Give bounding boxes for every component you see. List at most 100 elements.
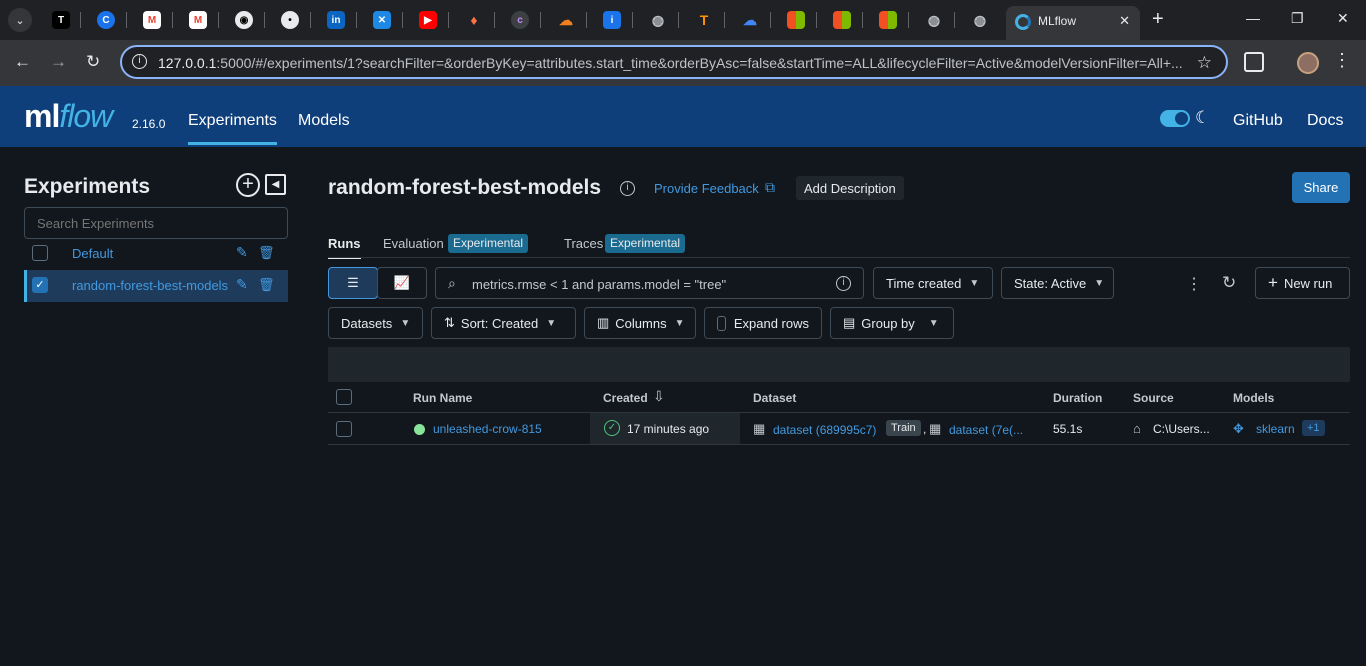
tab-favicon-globe-icon[interactable]: ◍ bbox=[925, 11, 943, 29]
restore-icon[interactable]: ❐ bbox=[1291, 10, 1304, 27]
tab-favicon-microsoft-icon[interactable] bbox=[787, 11, 805, 29]
collapse-sidebar-icon[interactable]: ◀ bbox=[265, 174, 286, 195]
more-options-icon[interactable]: ⋮ bbox=[1186, 274, 1202, 294]
run-search-input[interactable]: ⌕ metrics.rmse < 1 and params.model = "t… bbox=[435, 267, 864, 299]
col-duration[interactable]: Duration bbox=[1053, 391, 1102, 405]
tab-search-button[interactable]: ⌄ bbox=[8, 8, 32, 32]
sort-desc-icon[interactable]: ⇩ bbox=[653, 388, 665, 405]
tab-favicon-info-icon[interactable]: i bbox=[603, 11, 621, 29]
datasets-select[interactable]: Datasets ▼ bbox=[328, 307, 423, 339]
url-text[interactable]: 127.0.0.1:5000/#/experiments/1?searchFil… bbox=[158, 55, 1186, 71]
nav-models[interactable]: Models bbox=[298, 112, 350, 130]
select-all-checkbox[interactable] bbox=[336, 389, 352, 405]
tab-evaluation[interactable]: Evaluation bbox=[383, 236, 444, 251]
external-link-icon[interactable]: ⧉ bbox=[765, 179, 775, 196]
tab-favicon-github-icon[interactable]: ◉ bbox=[235, 11, 253, 29]
close-tab-icon[interactable]: ✕ bbox=[1119, 13, 1130, 29]
table-view-button[interactable]: ☰ bbox=[328, 267, 378, 299]
tab-favicon-tool-icon[interactable]: ✕ bbox=[373, 11, 391, 29]
sidebar-item-default[interactable]: Default ✎ 🗑 bbox=[24, 238, 288, 270]
tab-favicon-t-icon[interactable]: T bbox=[52, 11, 70, 29]
bookmark-star-icon[interactable]: ☆ bbox=[1197, 53, 1212, 73]
info-icon[interactable]: i bbox=[836, 276, 851, 291]
experiment-label[interactable]: Default bbox=[72, 246, 232, 261]
new-run-button[interactable]: + New run bbox=[1255, 267, 1350, 299]
edit-pencil-icon[interactable]: ✎ bbox=[236, 244, 248, 261]
add-description-button[interactable]: Add Description bbox=[796, 176, 904, 200]
sidebar-item-random-forest-best-models[interactable]: ✓ random-forest-best-models ✎ 🗑 bbox=[24, 270, 288, 302]
more-models-badge[interactable]: +1 bbox=[1302, 420, 1325, 436]
tab-favicon-gmail-icon[interactable]: M bbox=[143, 11, 161, 29]
col-source[interactable]: Source bbox=[1133, 391, 1174, 405]
minimize-icon[interactable]: — bbox=[1246, 10, 1260, 26]
columns-select[interactable]: ▥ Columns ▼ bbox=[584, 307, 696, 339]
browser-menu-icon[interactable]: ⋮ bbox=[1333, 50, 1351, 71]
trash-icon[interactable]: 🗑 bbox=[258, 277, 275, 293]
docs-link[interactable]: Docs bbox=[1307, 112, 1343, 130]
source-value[interactable]: C:\Users... bbox=[1153, 422, 1210, 436]
tab-traces[interactable]: Traces bbox=[564, 236, 603, 251]
tab-favicon-gcloud-icon[interactable]: ☁ bbox=[741, 11, 759, 29]
col-models[interactable]: Models bbox=[1233, 391, 1274, 405]
window-close-icon[interactable]: ✕ bbox=[1337, 10, 1349, 27]
extensions-icon[interactable] bbox=[1244, 52, 1264, 72]
model-link[interactable]: sklearn bbox=[1256, 422, 1295, 436]
tab-favicon-gmail-icon[interactable]: M bbox=[189, 11, 207, 29]
create-experiment-icon[interactable]: + bbox=[236, 173, 260, 197]
col-created[interactable]: Created bbox=[603, 391, 648, 405]
state-select[interactable]: State: Active ▼ bbox=[1001, 267, 1114, 299]
back-icon[interactable]: ← bbox=[14, 52, 31, 72]
tab-favicon-cloud-icon[interactable]: ☁ bbox=[557, 11, 575, 29]
group-icon: ▤ bbox=[843, 315, 856, 330]
table-row[interactable]: unleashed-crow-815 ✓ 17 minutes ago ▦ da… bbox=[328, 413, 1350, 445]
experimental-badge: Experimental bbox=[605, 234, 686, 253]
dataset-link[interactable]: dataset (689995c7) bbox=[773, 423, 876, 437]
row-checkbox[interactable] bbox=[336, 421, 352, 437]
run-name-link[interactable]: unleashed-crow-815 bbox=[433, 422, 542, 436]
experiment-checkbox[interactable]: ✓ bbox=[32, 277, 48, 293]
group-by-select[interactable]: ▤ Group by ▼ bbox=[830, 307, 954, 339]
tab-runs[interactable]: Runs bbox=[328, 236, 361, 259]
tab-favicon-microsoft-icon[interactable] bbox=[833, 11, 851, 29]
tab-favicon-chat-icon[interactable]: • bbox=[281, 11, 299, 29]
github-link[interactable]: GitHub bbox=[1233, 112, 1283, 130]
address-bar[interactable]: i 127.0.0.1:5000/#/experiments/1?searchF… bbox=[120, 45, 1228, 79]
dataset-link[interactable]: dataset (7e(... bbox=[949, 423, 1023, 437]
tab-favicon-fire-icon[interactable]: ♦ bbox=[465, 11, 483, 29]
profile-avatar[interactable] bbox=[1297, 52, 1319, 74]
new-tab-button[interactable]: + bbox=[1152, 9, 1164, 29]
tab-favicon-globe-icon[interactable]: ◍ bbox=[649, 11, 667, 29]
experiment-checkbox[interactable] bbox=[32, 245, 48, 261]
tab-favicon-microsoft-icon[interactable] bbox=[879, 11, 897, 29]
trash-icon[interactable]: 🗑 bbox=[258, 245, 275, 261]
col-run-name[interactable]: Run Name bbox=[413, 391, 472, 405]
refresh-icon[interactable]: ↻ bbox=[1222, 273, 1236, 293]
tab-favicon-globe-icon[interactable]: ◍ bbox=[971, 11, 989, 29]
forward-icon[interactable]: → bbox=[50, 52, 67, 72]
experiment-search-input[interactable] bbox=[24, 207, 288, 239]
tab-favicon-c-icon[interactable]: C bbox=[97, 11, 115, 29]
sort-select[interactable]: ⇅ Sort: Created ▼ bbox=[431, 307, 576, 339]
mlflow-logo[interactable]: mlflow bbox=[24, 98, 113, 135]
tab-favicon-tensorflow-icon[interactable]: T bbox=[695, 11, 713, 29]
duration-value: 55.1s bbox=[1053, 422, 1083, 436]
info-icon[interactable]: i bbox=[620, 181, 635, 196]
chevron-down-icon: ▼ bbox=[969, 277, 980, 289]
dark-mode-toggle[interactable] bbox=[1160, 110, 1190, 127]
tab-favicon-c-icon[interactable]: c bbox=[511, 11, 529, 29]
tab-favicon-linkedin-icon[interactable]: in bbox=[327, 11, 345, 29]
chevron-down-icon: ▼ bbox=[674, 317, 685, 329]
tab-favicon-youtube-icon[interactable]: ▶ bbox=[419, 11, 437, 29]
nav-experiments[interactable]: Experiments bbox=[188, 112, 277, 145]
reload-icon[interactable]: ↻ bbox=[86, 52, 100, 72]
edit-pencil-icon[interactable]: ✎ bbox=[236, 276, 248, 293]
provide-feedback-link[interactable]: Provide Feedback bbox=[654, 181, 759, 196]
active-tab[interactable]: MLflow ✕ bbox=[1006, 6, 1140, 40]
expand-rows-toggle[interactable]: Expand rows bbox=[704, 307, 822, 339]
share-button[interactable]: Share bbox=[1292, 172, 1350, 203]
site-info-icon[interactable]: i bbox=[132, 54, 147, 69]
col-dataset[interactable]: Dataset bbox=[753, 391, 796, 405]
experiment-label[interactable]: random-forest-best-models bbox=[72, 278, 232, 293]
time-created-select[interactable]: Time created ▼ bbox=[873, 267, 993, 299]
chart-view-button[interactable]: 📈 bbox=[377, 267, 427, 299]
